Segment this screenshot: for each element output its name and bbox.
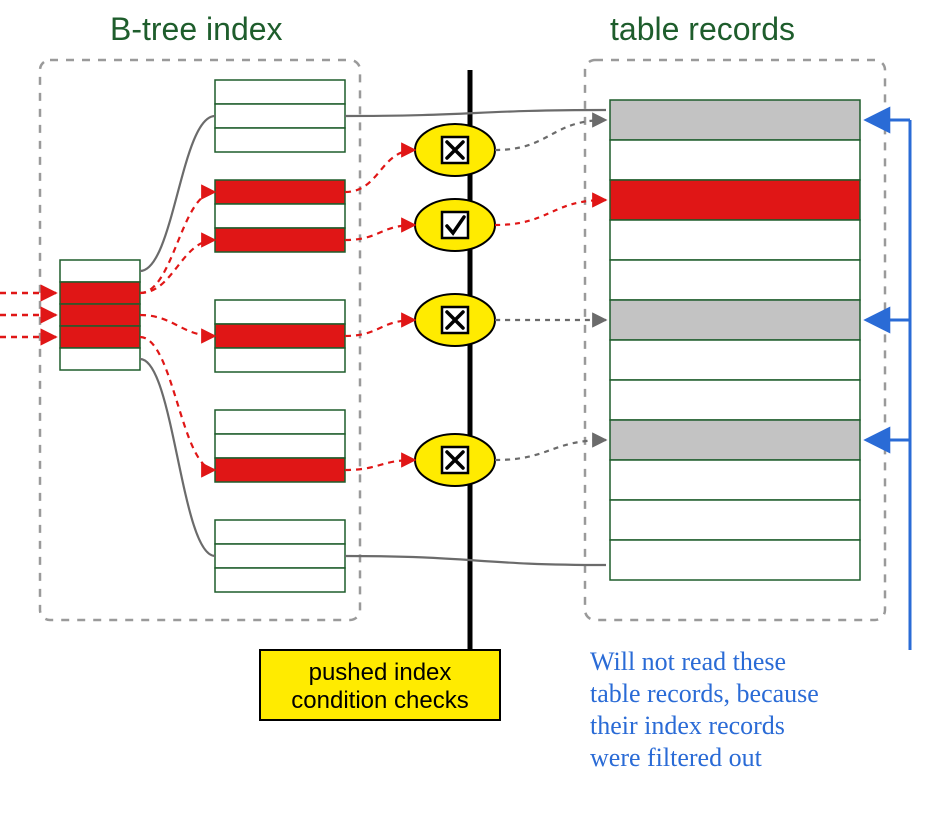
leaf-row (215, 410, 345, 434)
root-to-leaf-arrows (140, 116, 215, 556)
table-row (610, 420, 860, 460)
annotation-line: their index records (590, 711, 785, 740)
condition-label-line2: condition checks (291, 687, 468, 714)
btree-title: B-tree index (110, 11, 283, 47)
connector (345, 110, 606, 116)
connector (140, 359, 215, 556)
annotation-line: Will not read these (590, 647, 786, 676)
root-row (60, 304, 140, 326)
condition-label-line1: pushed index (309, 659, 452, 686)
annotation-text: Will not read these table records, becaus… (590, 647, 819, 772)
btree-leaf-nodes (215, 80, 345, 592)
annotation-line: were filtered out (590, 743, 763, 772)
leaf-row (215, 544, 345, 568)
condition-label-box: pushed index condition checks (260, 650, 500, 720)
leaf-row (215, 434, 345, 458)
annotation-line: table records, because (590, 679, 819, 708)
table-row (610, 140, 860, 180)
root-row (60, 260, 140, 282)
connector (345, 556, 606, 565)
table-row (610, 540, 860, 580)
leaf-row (215, 324, 345, 348)
table-row (610, 380, 860, 420)
root-row (60, 348, 140, 370)
table-row (610, 220, 860, 260)
table-row (610, 100, 860, 140)
table-row (610, 260, 860, 300)
leaf-row (215, 520, 345, 544)
table-row (610, 300, 860, 340)
table-row (610, 340, 860, 380)
table-row (610, 460, 860, 500)
leaf-row (215, 80, 345, 104)
root-row (60, 326, 140, 348)
root-row (60, 282, 140, 304)
connector (140, 240, 215, 293)
connector (495, 120, 606, 150)
condition-evaluators (415, 124, 495, 486)
leaf-row (215, 348, 345, 372)
leaf-to-eval-arrows (345, 150, 415, 470)
table-records-block (610, 100, 860, 580)
leaf-row (215, 128, 345, 152)
leaf-row (215, 180, 345, 204)
table-title: table records (610, 11, 795, 47)
annotation-arrows (866, 120, 910, 650)
connector (140, 192, 215, 293)
connector (345, 460, 415, 470)
leaf-row (215, 300, 345, 324)
connector (140, 116, 215, 271)
eval-to-table-arrows (495, 120, 606, 460)
leaf-row (215, 104, 345, 128)
connector (345, 150, 415, 192)
leaf-row (215, 204, 345, 228)
connector (345, 225, 415, 240)
leaf-row (215, 228, 345, 252)
leaf-row (215, 568, 345, 592)
connector (495, 440, 606, 460)
connector (140, 315, 215, 336)
incoming-arrows (0, 293, 56, 337)
connector (140, 337, 215, 470)
connector (495, 200, 606, 225)
leaf-row (215, 458, 345, 482)
table-row (610, 180, 860, 220)
table-row (610, 500, 860, 540)
connector (345, 320, 415, 336)
icp-diagram: B-tree index table records pushed index … (0, 0, 932, 813)
btree-root-node (60, 260, 140, 370)
